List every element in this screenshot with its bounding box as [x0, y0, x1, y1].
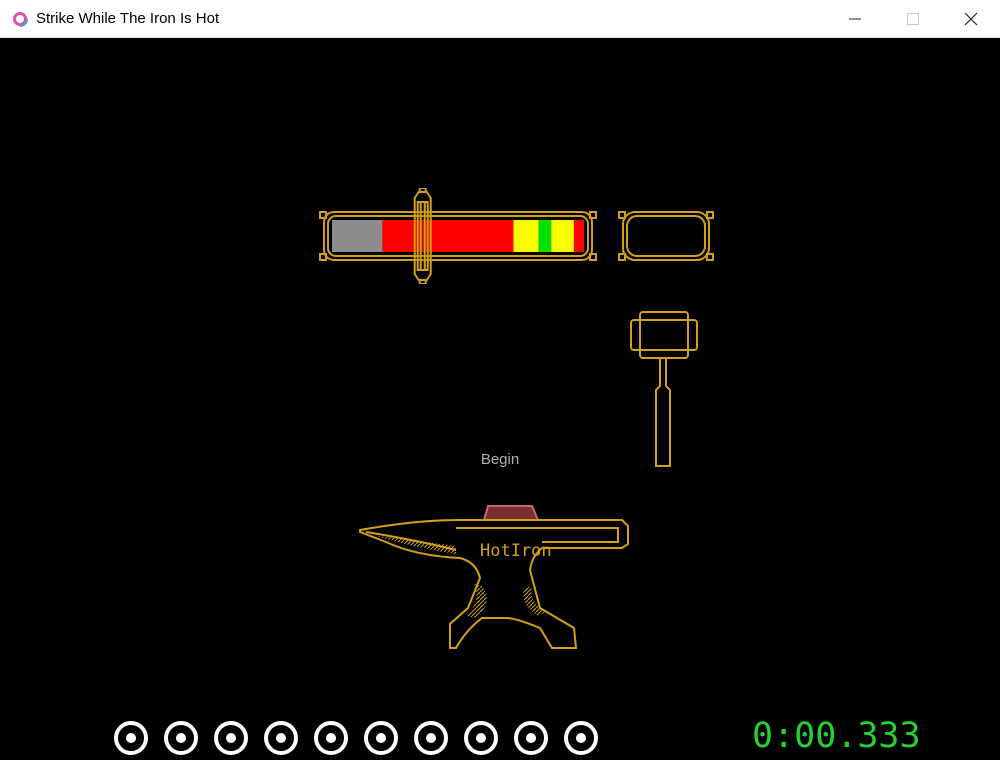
- strike-token-icon: [413, 720, 449, 756]
- status-text: Begin: [480, 451, 520, 468]
- heat-meter: [319, 188, 597, 284]
- minimize-icon: [849, 18, 861, 20]
- strike-token-icon: [313, 720, 349, 756]
- heat-segment-perfect: [538, 220, 552, 252]
- maximize-icon: [907, 13, 919, 25]
- heat-meter-segments: [332, 220, 584, 252]
- minimize-button[interactable]: [826, 0, 884, 38]
- strike-token-icon: [263, 720, 299, 756]
- strike-token-icon: [563, 720, 599, 756]
- heat-marker: [413, 188, 432, 284]
- hammer-icon: [630, 311, 698, 467]
- strikes-remaining: [113, 720, 603, 756]
- strike-token-icon: [163, 720, 199, 756]
- heat-indicator-slot: [618, 211, 714, 261]
- anvil: HotIron: [359, 505, 629, 649]
- timer: 0:00.333: [752, 716, 921, 756]
- strike-token-icon: [463, 720, 499, 756]
- heat-segment-hot: [382, 220, 514, 252]
- window-title: Strike While The Iron Is Hot: [36, 10, 220, 27]
- heat-segment-warm: [551, 220, 574, 252]
- heat-segment-warm: [513, 220, 539, 252]
- strike-token-icon: [213, 720, 249, 756]
- heat-segment-hot: [573, 220, 584, 252]
- close-button[interactable]: [942, 0, 1000, 38]
- hot-iron: [482, 505, 540, 521]
- close-icon: [964, 12, 978, 26]
- strike-token-icon: [363, 720, 399, 756]
- heat-segment-cold: [332, 220, 383, 252]
- window-titlebar: Strike While The Iron Is Hot: [0, 0, 1000, 38]
- anvil-label: HotIron: [480, 541, 552, 561]
- maximize-button[interactable]: [884, 0, 942, 38]
- game-canvas[interactable]: Begin HotIron 0:00.333: [0, 38, 1000, 756]
- app-icon: [12, 11, 28, 27]
- strike-token-icon: [513, 720, 549, 756]
- strike-token-icon: [113, 720, 149, 756]
